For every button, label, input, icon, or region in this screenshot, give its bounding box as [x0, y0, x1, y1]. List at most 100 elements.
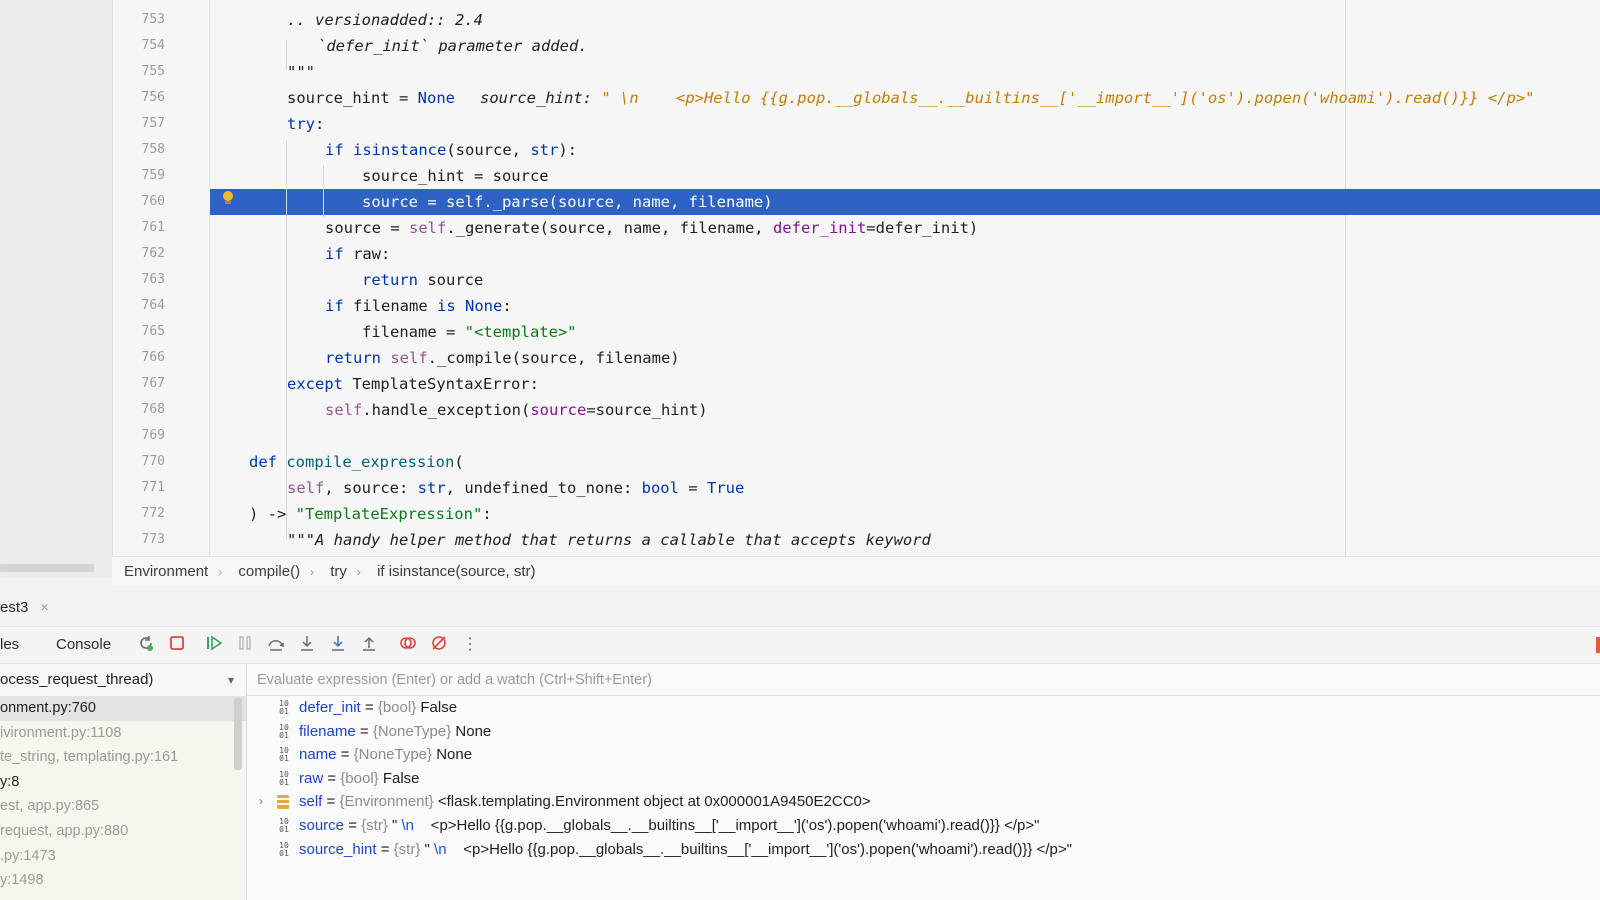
- line-number: 766: [141, 350, 165, 365]
- chevron-down-icon: ▾: [227, 673, 234, 687]
- variable-value: False: [420, 699, 458, 716]
- thread-selector[interactable]: ocess_request_thread) ▾: [0, 664, 247, 696]
- code-line[interactable]: 761 source = self._generate(source, name…: [112, 215, 1600, 241]
- step-into-my-code-icon[interactable]: [327, 634, 349, 656]
- code-line[interactable]: 763 return source: [112, 267, 1600, 293]
- code-line[interactable]: 756 source_hint = None source_hint: " \n…: [112, 85, 1600, 111]
- resume-icon[interactable]: [203, 634, 225, 656]
- code-line[interactable]: 755 """: [112, 59, 1600, 85]
- stack-frame[interactable]: te_string, templating.py:161: [0, 745, 246, 770]
- code-text: source_hint = source: [362, 167, 549, 185]
- current-execution-line[interactable]: 760 source = self._parse(source, name, f…: [112, 189, 1600, 215]
- code-line[interactable]: 768 self.handle_exception(source=source_…: [112, 397, 1600, 423]
- breadcrumb-item[interactable]: if isinstance(source, str): [377, 563, 535, 580]
- code-line[interactable]: 765 filename = "<template>": [112, 319, 1600, 345]
- code-line[interactable]: 773 """A handy helper method that return…: [112, 527, 1600, 553]
- pause-icon[interactable]: [234, 634, 256, 656]
- lightbulb-icon[interactable]: [222, 191, 234, 205]
- variable-value: None: [436, 746, 473, 764]
- step-over-icon[interactable]: [265, 634, 287, 656]
- step-into-icon[interactable]: [296, 634, 318, 656]
- close-icon[interactable]: ×: [40, 599, 48, 615]
- code-token: None: [465, 297, 503, 315]
- stack-frame[interactable]: onment.py:760: [0, 696, 246, 721]
- code-text: source_hint = None: [287, 85, 455, 111]
- code-line[interactable]: 769: [112, 423, 1600, 449]
- variable-value: False: [382, 769, 420, 787]
- code-text: """: [287, 63, 315, 81]
- code-line[interactable]: 770 def compile_expression(: [112, 449, 1600, 475]
- indent-guide: [323, 165, 324, 217]
- stack-frame[interactable]: est, app.py:865: [0, 794, 246, 819]
- more-icon[interactable]: ⋮: [459, 634, 481, 656]
- code-line[interactable]: 754 `defer_init` parameter added.: [112, 33, 1600, 59]
- equals-sign: =: [360, 699, 378, 716]
- debug-tool-window: est3 × les Console ⋮ ocess_request_threa…: [0, 586, 1600, 900]
- code-line[interactable]: 762 if raw:: [112, 241, 1600, 267]
- code-token: isinstance: [353, 141, 447, 159]
- chevron-right-icon: ›: [356, 565, 361, 579]
- code-editor[interactable]: 753 .. versionadded:: 2.4 754 `defer_ini…: [0, 0, 1600, 556]
- step-out-icon[interactable]: [358, 634, 380, 656]
- tab-variables[interactable]: les: [0, 627, 19, 663]
- variable-name: raw: [299, 769, 324, 787]
- code-token: =defer_init): [866, 219, 979, 237]
- code-text: self.handle_exception(source=source_hint…: [325, 397, 708, 423]
- code-line[interactable]: 759 source_hint = source: [112, 163, 1600, 189]
- evaluate-expression-input[interactable]: Evaluate expression (Enter) or add a wat…: [247, 664, 1600, 696]
- code-text: if isinstance(source, str):: [325, 137, 577, 163]
- code-line[interactable]: 767 except TemplateSyntaxError:: [112, 371, 1600, 397]
- breadcrumb-item[interactable]: try: [330, 563, 347, 580]
- frames-list: onment.py:760 ivironment.py:1108 te_stri…: [0, 696, 247, 900]
- variable-value: <p>Hello {{g.pop.__globals__.__builtins_…: [414, 817, 1040, 834]
- escape-sequence: \n: [434, 840, 447, 858]
- stack-frame[interactable]: request, app.py:880: [0, 819, 246, 844]
- code-token: ._generate(source, name, filename,: [446, 219, 773, 237]
- breadcrumb-item[interactable]: Environment: [124, 563, 208, 580]
- code-line[interactable]: 771 self, source: str, undefined_to_none…: [112, 475, 1600, 501]
- line-number: 773: [141, 532, 165, 547]
- tab-console[interactable]: Console: [56, 627, 111, 663]
- horizontal-scrollbar[interactable]: [0, 564, 94, 572]
- breadcrumb: Environment › compile() › try › if isinstan…: [112, 556, 1600, 588]
- view-breakpoints-icon[interactable]: [397, 634, 419, 656]
- code-line[interactable]: 758 if isinstance(source, str):: [112, 137, 1600, 163]
- line-number: 768: [141, 402, 165, 417]
- stack-frame[interactable]: ivironment.py:1108: [0, 721, 246, 746]
- code-line[interactable]: 764 if filename is None:: [112, 293, 1600, 319]
- variable-type: {str}: [361, 817, 388, 834]
- stack-frame[interactable]: .py:1473: [0, 844, 246, 869]
- breadcrumb-item[interactable]: compile(): [238, 563, 300, 580]
- equals-sign: =: [355, 722, 373, 740]
- code-line[interactable]: 766 return self._compile(source, filenam…: [112, 345, 1600, 371]
- code-token: , undefined_to_none:: [445, 479, 642, 497]
- code-text: `defer_init` parameter added.: [317, 37, 588, 55]
- variable-type: {bool}: [377, 699, 417, 716]
- code-line[interactable]: 757 try:: [112, 111, 1600, 137]
- code-line[interactable]: 753 .. versionadded:: 2.4: [112, 7, 1600, 33]
- code-token: self: [390, 349, 428, 367]
- primitive-icon: 10 01: [279, 769, 289, 787]
- code-line[interactable]: 772 ) -> "TemplateExpression":: [112, 501, 1600, 527]
- chevron-right-icon[interactable]: ›: [259, 790, 269, 814]
- debug-session-tab[interactable]: est3 ×: [0, 594, 49, 620]
- indent-guide: [286, 40, 287, 70]
- code-text: """A handy helper method that returns a …: [287, 531, 931, 549]
- line-number: 754: [141, 38, 165, 53]
- code-token: (: [454, 453, 464, 471]
- stack-frame[interactable]: y:8: [0, 770, 246, 795]
- code-token: def: [249, 453, 287, 471]
- stop-icon[interactable]: [166, 634, 188, 656]
- frames-scrollbar[interactable]: [234, 698, 242, 770]
- indent-guide: [286, 140, 287, 540]
- variable-name: defer_init: [299, 699, 361, 716]
- line-number: 755: [141, 64, 165, 79]
- code-token: None: [417, 89, 455, 107]
- rerun-icon[interactable]: [135, 634, 157, 656]
- code-token: self: [409, 219, 447, 237]
- mute-breakpoints-icon[interactable]: [428, 634, 450, 656]
- equals-sign: =: [344, 817, 362, 834]
- stack-frame[interactable]: y:1498: [0, 868, 246, 893]
- code-token: source =: [325, 219, 409, 237]
- left-tool-strip: [0, 0, 113, 578]
